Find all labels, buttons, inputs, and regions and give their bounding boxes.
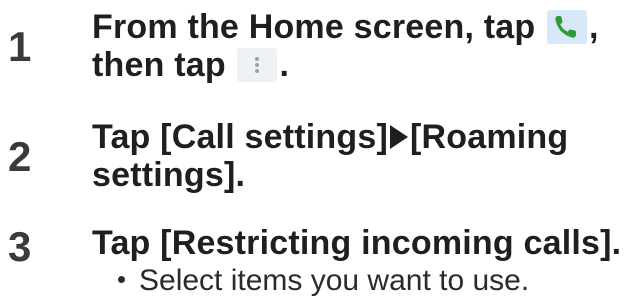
instruction-text: ,: [588, 8, 599, 46]
right-triangle-arrow-icon: [389, 125, 408, 149]
instruction-text: .: [279, 46, 290, 84]
bullet-dot-icon: [118, 276, 125, 283]
instruction-text: From the Home screen, tap: [92, 8, 545, 46]
step-number: 2: [8, 133, 32, 180]
step-instruction: Tap [Restricting incoming calls].: [92, 224, 629, 262]
instruction-line: Tap [Restricting incoming calls].: [92, 224, 622, 262]
instruction-text: then tap: [92, 46, 236, 84]
step-instruction: From the Home screen, tap , then tap .: [92, 8, 629, 84]
step-instruction: Tap [Call settings] [Roaming settings].: [92, 118, 629, 194]
bullet-text: Select items you want to use.: [139, 264, 530, 297]
instruction-text: Tap [Call settings]: [92, 118, 388, 156]
step-number: 1: [8, 23, 32, 70]
bullet-note: Select items you want to use.: [118, 264, 529, 298]
instruction-text: [Roaming: [409, 118, 569, 156]
more-menu-icon: [237, 48, 278, 82]
step-number: 3: [8, 223, 32, 270]
instruction-line: then tap .: [92, 46, 629, 84]
instruction-line: Tap [Call settings] [Roaming: [92, 118, 629, 156]
phone-icon: [546, 10, 587, 44]
instruction-line: settings].: [92, 156, 246, 194]
instruction-line: From the Home screen, tap ,: [92, 8, 629, 46]
